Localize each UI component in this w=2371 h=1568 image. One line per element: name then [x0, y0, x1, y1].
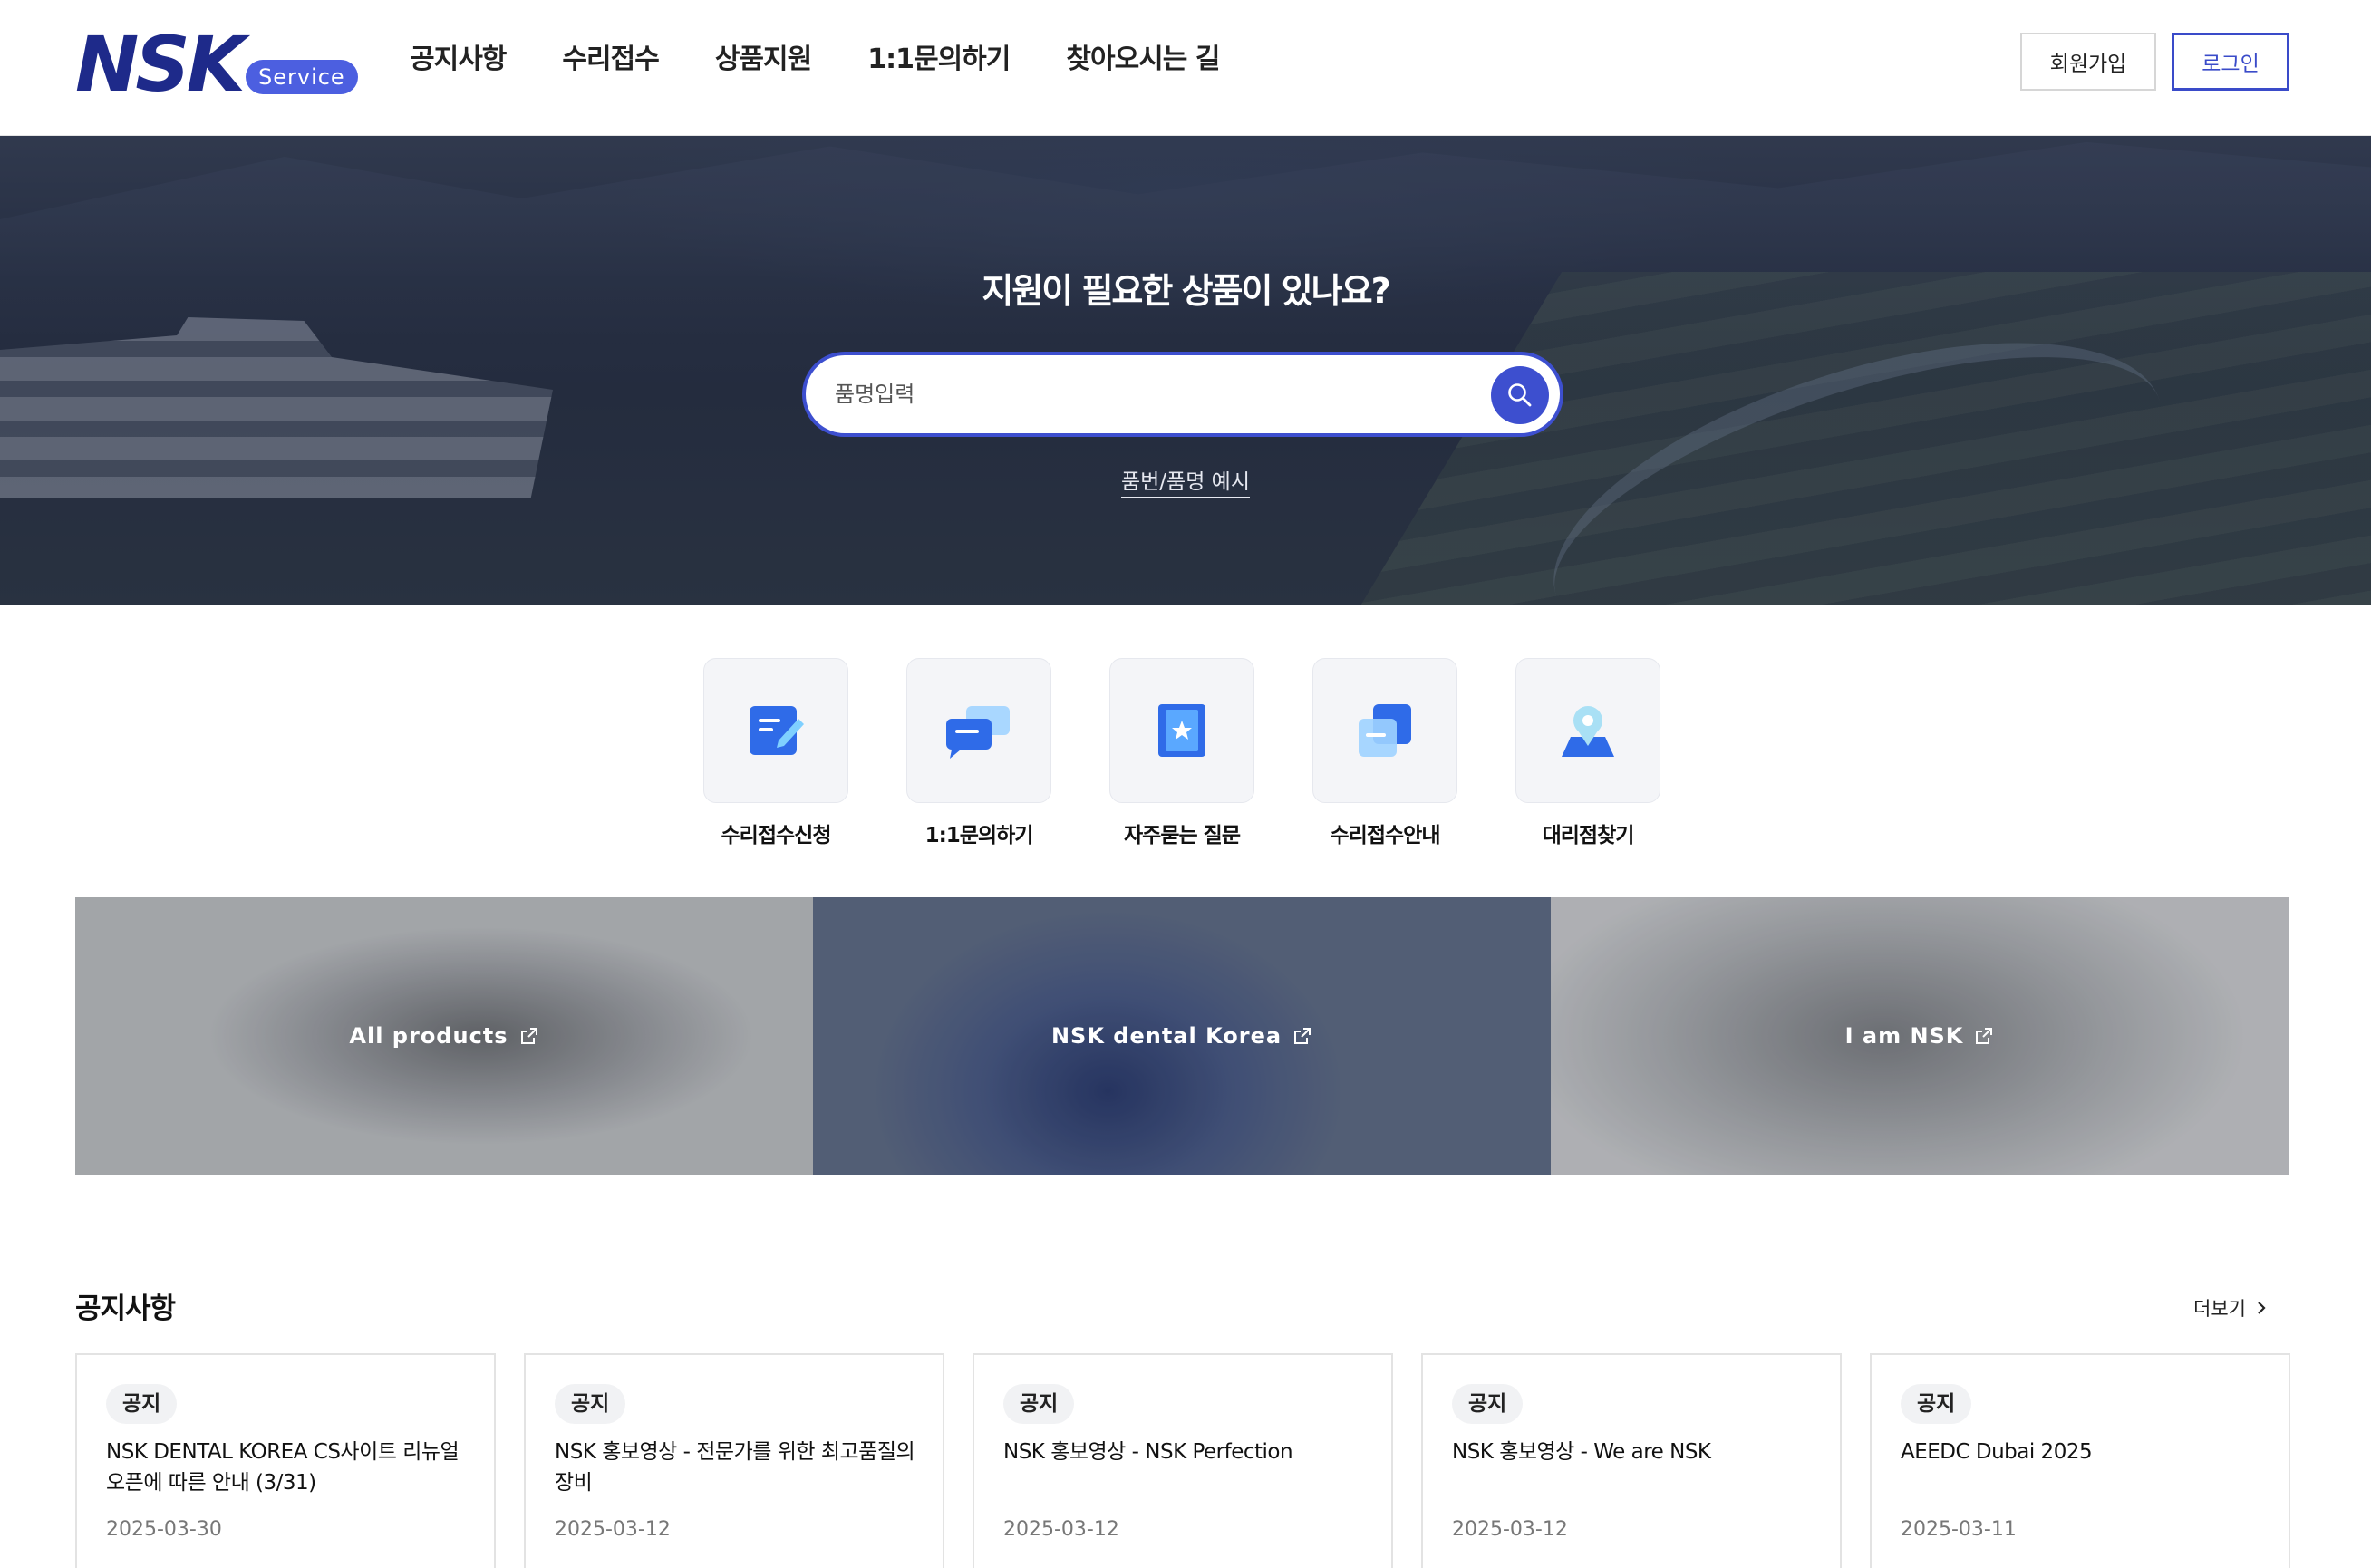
quick-item-repair-guide[interactable]: 수리접수안내 [1312, 658, 1457, 848]
quick-menu: 수리접수신청 1:1문의하기 자주묻는 질문 수리접수안내 대리점찾기 [703, 658, 1718, 848]
nav-directions[interactable]: 찾아오시는 길 [1066, 36, 1220, 83]
site-header: NSK Service 공지사항 수리접수 상품지원 1:1문의하기 찾아오시는… [0, 0, 2371, 136]
quick-label: 자주묻는 질문 [1124, 824, 1241, 847]
quick-label: 대리점찾기 [1542, 824, 1635, 847]
product-search-bar [802, 352, 1563, 437]
logo-wordmark: NSK [75, 20, 246, 109]
example-link-wrap: 품번/품명 예시 [0, 464, 2371, 498]
quick-icon-box [1515, 658, 1660, 803]
external-link-icon [1976, 1028, 1993, 1044]
notice-title: NSK 홍보영상 - 전문가를 위한 최고품질의 장비 [555, 1440, 915, 1495]
notice-badge: 공지 [1003, 1384, 1075, 1424]
chat-bubbles-icon [946, 706, 1010, 759]
map-pin-icon [1562, 706, 1614, 757]
copy-documents-icon [1359, 704, 1411, 757]
nsk-service-logo[interactable]: NSK Service [75, 20, 358, 109]
notice-card[interactable]: 공지 NSK 홍보영상 - We are NSK 2025-03-12 [1421, 1353, 1842, 1568]
banner-label: All products [349, 1023, 508, 1049]
nav-inquiry[interactable]: 1:1문의하기 [867, 36, 1011, 83]
notice-section-title: 공지사항 [75, 1292, 176, 1325]
banner-title: NSK dental Korea [1051, 1023, 1312, 1049]
quick-label: 1:1문의하기 [924, 824, 1034, 847]
banner-title: All products [349, 1023, 538, 1049]
edit-form-icon [750, 706, 804, 755]
quick-icon-box [906, 658, 1051, 803]
external-link-icon [1294, 1028, 1311, 1044]
quick-icon-box [1312, 658, 1457, 803]
search-input[interactable] [835, 373, 1451, 415]
hero-title: 지원이 필요한 상품이 있나요? [982, 271, 1390, 311]
quick-label: 수리접수신청 [721, 824, 832, 847]
quick-icon-box [703, 658, 848, 803]
notice-date: 2025-03-12 [555, 1518, 671, 1541]
search-icon [1508, 383, 1532, 407]
main-navigation: 공지사항 수리접수 상품지원 1:1문의하기 찾아오시는 길 [410, 36, 1275, 83]
more-link[interactable]: 더보기 [2193, 1294, 2268, 1321]
promo-banners: All products NSK dental Korea I am NSK [75, 897, 2289, 1175]
quick-label: 수리접수안내 [1330, 824, 1441, 847]
nav-repair-request[interactable]: 수리접수 [562, 36, 659, 83]
quick-icon-box [1109, 658, 1254, 803]
quick-item-inquiry[interactable]: 1:1문의하기 [906, 658, 1051, 848]
logo-service-badge: Service [246, 60, 358, 94]
notice-title: NSK DENTAL KOREA CS사이트 리뉴얼 오픈에 따른 안내 (3/… [106, 1440, 460, 1495]
notice-title: AEEDC Dubai 2025 [1901, 1440, 2093, 1464]
bookmark-star-icon [1158, 704, 1205, 757]
banner-i-am-nsk[interactable]: I am NSK [1551, 897, 2289, 1175]
chevron-right-icon [2258, 1302, 2266, 1314]
more-label: 더보기 [2193, 1298, 2246, 1320]
nav-notice[interactable]: 공지사항 [410, 36, 507, 83]
banner-label: I am NSK [1844, 1023, 1964, 1049]
notice-badge: 공지 [1901, 1384, 1972, 1424]
part-number-example-link[interactable]: 품번/품명 예시 [1120, 470, 1251, 498]
login-button[interactable]: 로그인 [2172, 33, 2289, 91]
notice-title: NSK 홍보영상 - We are NSK [1452, 1440, 1711, 1464]
banner-label: NSK dental Korea [1050, 1023, 1282, 1049]
notice-title: NSK 홍보영상 - NSK Perfection [1003, 1440, 1293, 1464]
external-link-icon [520, 1028, 537, 1044]
nav-product-support[interactable]: 상품지원 [715, 36, 812, 83]
banner-title: I am NSK [1845, 1023, 1995, 1049]
notice-card-list: 공지 NSK DENTAL KOREA CS사이트 리뉴얼 오픈에 따른 안내 … [75, 1353, 2290, 1568]
notice-badge: 공지 [555, 1384, 626, 1424]
search-button[interactable] [1491, 366, 1549, 424]
notice-badge: 공지 [1452, 1384, 1524, 1424]
banner-all-products[interactable]: All products [75, 897, 813, 1175]
notice-card[interactable]: 공지 AEEDC Dubai 2025 2025-03-11 [1870, 1353, 2290, 1568]
notice-date: 2025-03-11 [1901, 1518, 2017, 1541]
notice-card[interactable]: 공지 NSK 홍보영상 - NSK Perfection 2025-03-12 [973, 1353, 1393, 1568]
notice-badge: 공지 [106, 1384, 178, 1424]
quick-item-faq[interactable]: 자주묻는 질문 [1109, 658, 1254, 848]
notice-card[interactable]: 공지 NSK DENTAL KOREA CS사이트 리뉴얼 오픈에 따른 안내 … [75, 1353, 496, 1568]
notice-date: 2025-03-12 [1003, 1518, 1119, 1541]
notice-date: 2025-03-30 [106, 1518, 222, 1541]
quick-item-find-dealer[interactable]: 대리점찾기 [1515, 658, 1660, 848]
banner-nsk-dental-korea[interactable]: NSK dental Korea [813, 897, 1551, 1175]
notice-date: 2025-03-12 [1452, 1518, 1568, 1541]
join-button[interactable]: 회원가입 [2020, 33, 2156, 91]
quick-item-repair-request[interactable]: 수리접수신청 [703, 658, 848, 848]
notice-card[interactable]: 공지 NSK 홍보영상 - 전문가를 위한 최고품질의 장비 2025-03-1… [524, 1353, 944, 1568]
